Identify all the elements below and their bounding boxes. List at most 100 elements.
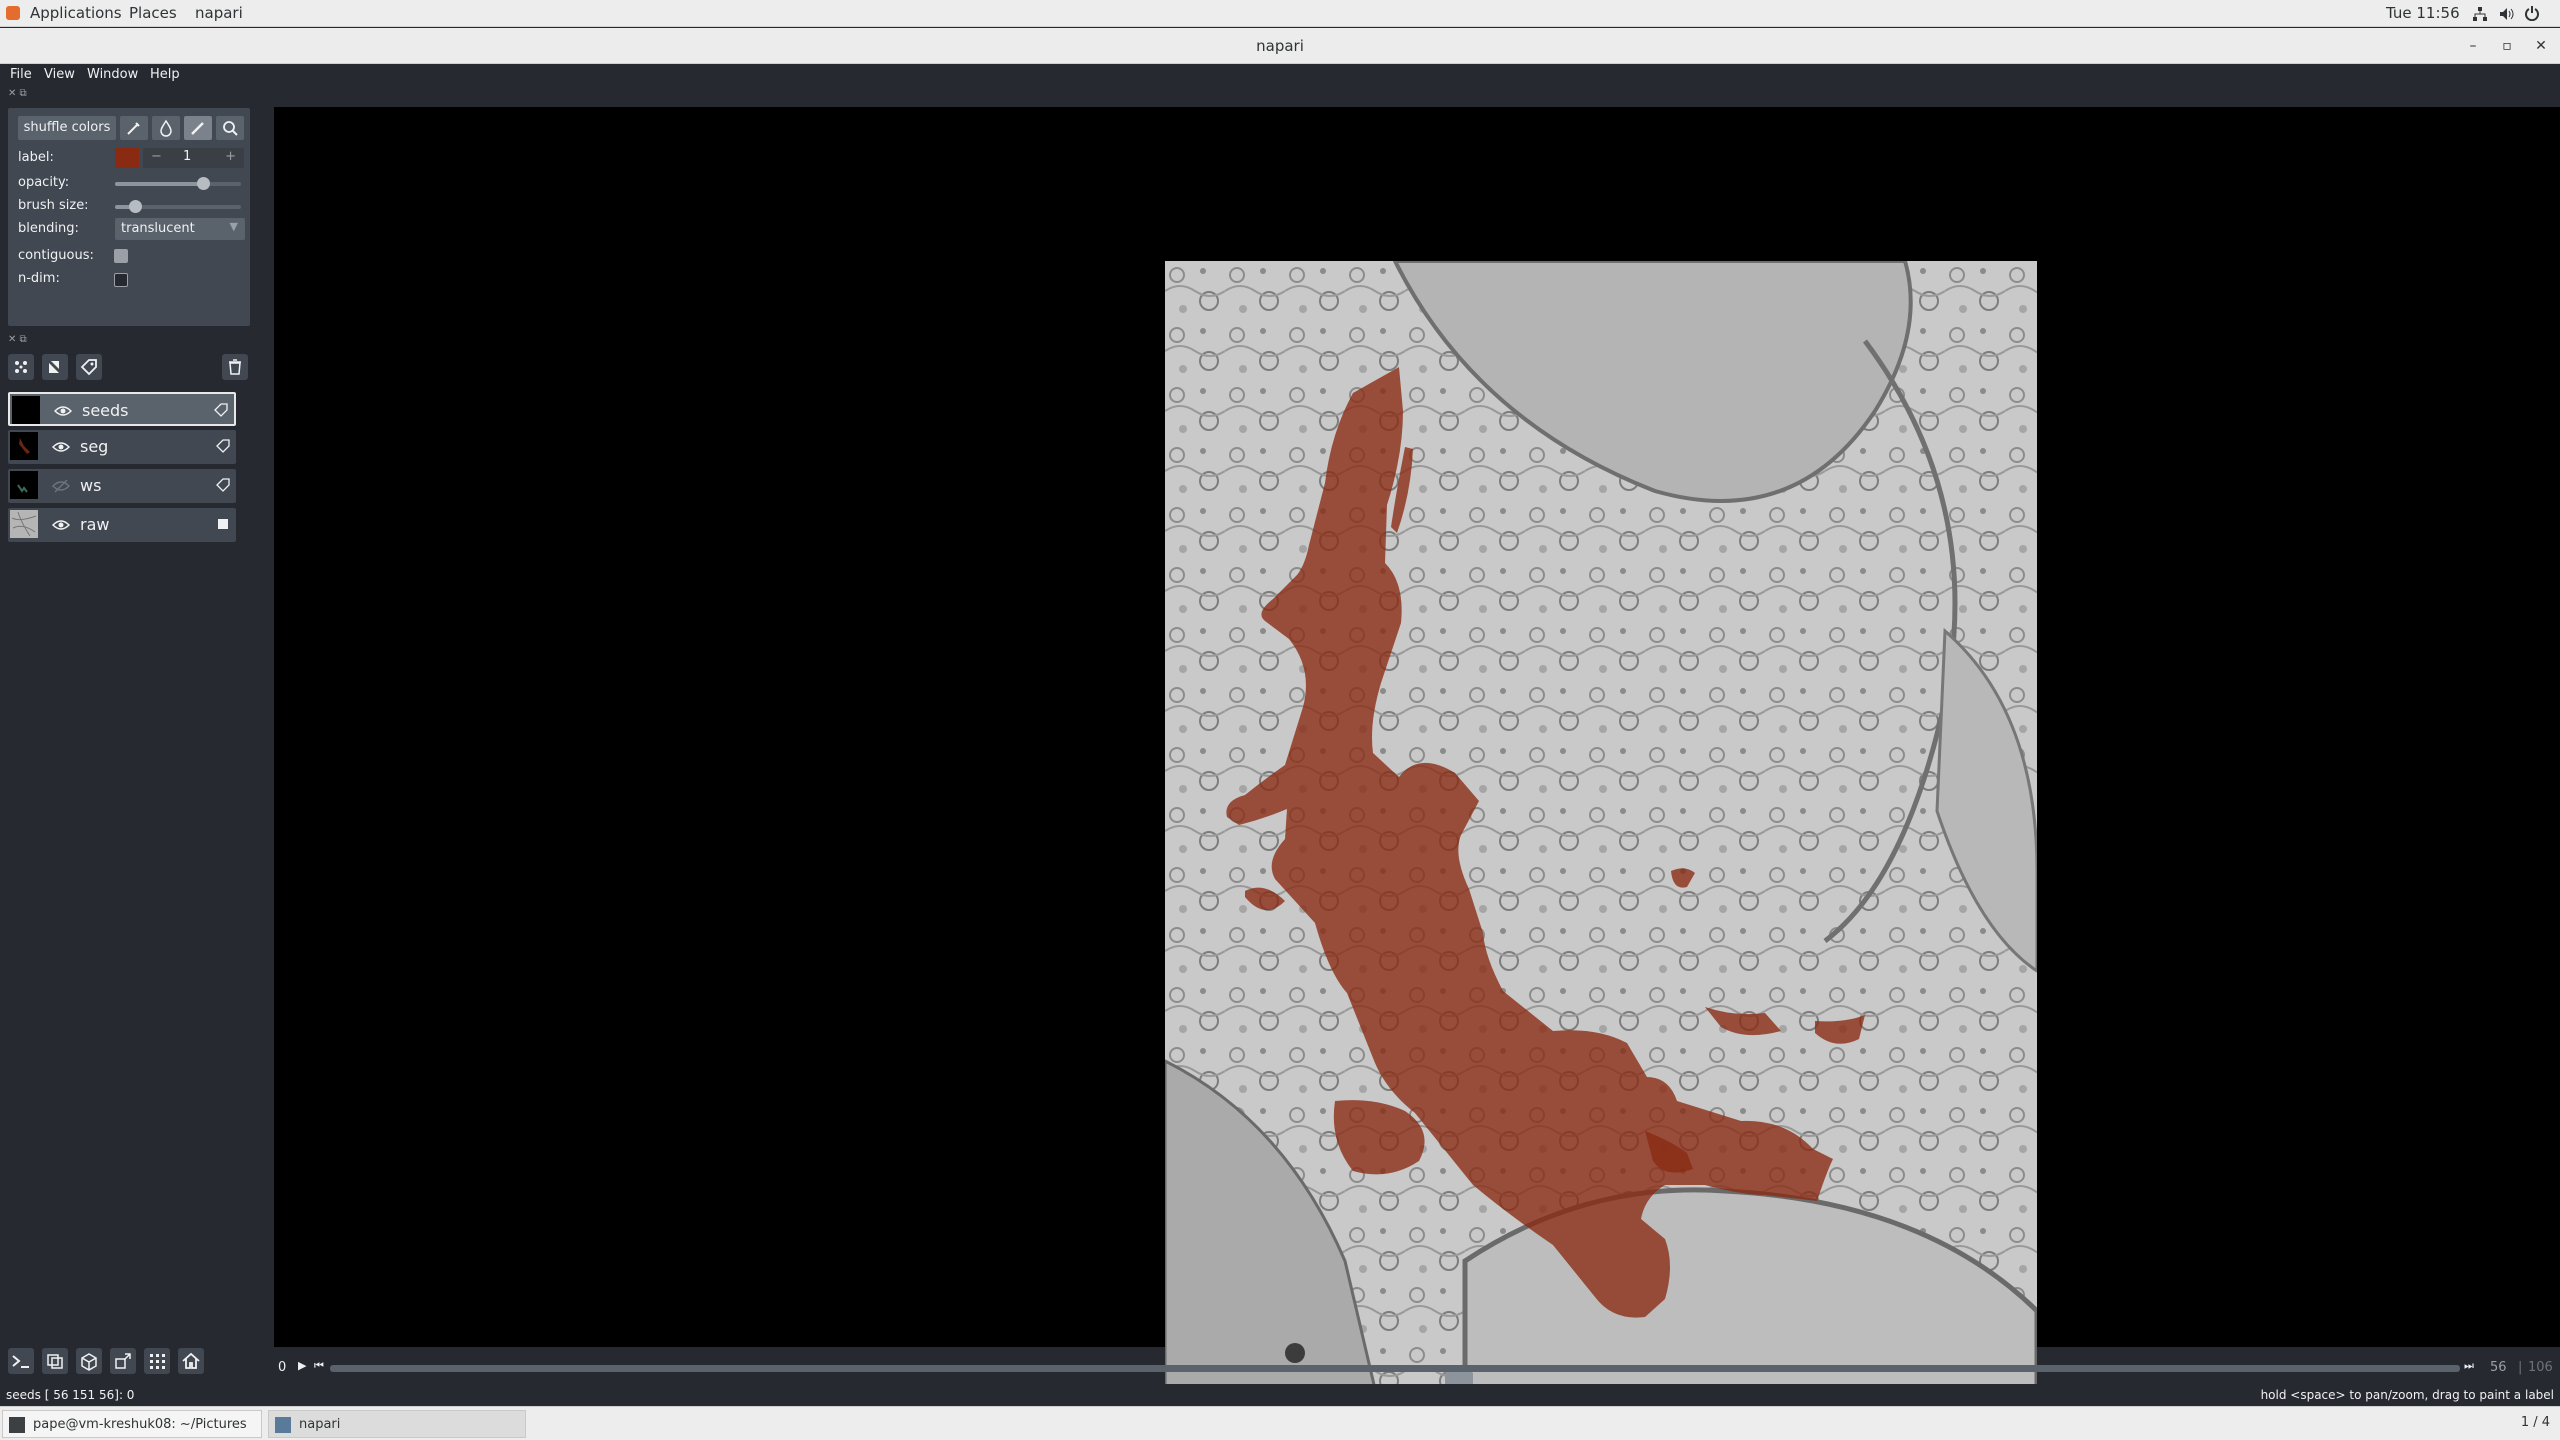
status-text: seeds [ 56 151 56]: 0 xyxy=(6,1388,135,1402)
skip-end-icon[interactable]: ⏭ xyxy=(2464,1359,2474,1373)
blending-label: blending: xyxy=(18,221,79,236)
layer-thumbnail xyxy=(12,396,40,424)
opacity-handle[interactable] xyxy=(197,177,210,190)
brush-size-slider[interactable] xyxy=(115,200,241,213)
applications-menu[interactable]: Applications xyxy=(30,4,122,22)
task-terminal[interactable]: pape@vm-kreshuk08: ~/Pictures xyxy=(2,1410,262,1438)
menu-view[interactable]: View xyxy=(44,67,75,82)
contiguous-label: contiguous: xyxy=(18,248,94,263)
system-top-bar: Applications Places napari Tue 11:56 xyxy=(0,0,2560,27)
layer-row-seeds[interactable]: seeds xyxy=(8,392,236,426)
menu-window[interactable]: Window xyxy=(87,67,138,82)
eye-icon[interactable] xyxy=(52,516,70,534)
maximize-icon[interactable]: ▫ xyxy=(2496,35,2518,57)
fill-icon[interactable] xyxy=(152,116,180,140)
skip-start-icon[interactable]: ⏮ xyxy=(314,1359,324,1373)
paint-brush-icon[interactable] xyxy=(184,116,212,140)
taskbar: pape@vm-kreshuk08: ~/Pictures napari 1 /… xyxy=(0,1406,2560,1440)
transpose-icon[interactable] xyxy=(110,1348,136,1374)
total-slices: 106 xyxy=(2528,1360,2553,1375)
current-slice[interactable]: 56 xyxy=(2490,1360,2507,1375)
eye-hidden-icon[interactable] xyxy=(52,477,70,495)
layer-name[interactable]: ws xyxy=(80,476,101,495)
new-labels-icon[interactable] xyxy=(76,354,102,380)
dock-controls[interactable]: ✕ ⧉ xyxy=(8,88,27,99)
play-icon[interactable]: ▶ xyxy=(298,1359,306,1372)
menu-bar: File View Window Help xyxy=(0,64,2560,86)
roll-icon[interactable] xyxy=(76,1348,102,1374)
power-icon[interactable] xyxy=(2524,5,2540,21)
brush-size-label: brush size: xyxy=(18,198,89,213)
label-color-swatch xyxy=(115,148,139,168)
menu-file[interactable]: File xyxy=(10,67,32,82)
help-text: hold <space> to pan/zoom, drag to paint … xyxy=(2260,1388,2554,1402)
dock-controls[interactable]: ✕ ⧉ xyxy=(8,334,27,345)
decrement-icon[interactable]: − xyxy=(151,149,162,164)
ndim-checkbox[interactable] xyxy=(114,273,128,287)
em-image[interactable] xyxy=(1165,261,2037,1389)
network-icon[interactable] xyxy=(2472,6,2488,22)
new-points-icon[interactable] xyxy=(8,354,34,380)
places-menu[interactable]: Places xyxy=(129,4,177,22)
shuffle-colors-button[interactable]: shuffle colors xyxy=(18,116,116,140)
window-title: napari xyxy=(1256,37,1304,55)
brush-size-handle[interactable] xyxy=(129,200,142,213)
volume-icon[interactable] xyxy=(2498,6,2514,22)
label-value[interactable]: 1 xyxy=(183,149,191,164)
layer-thumbnail xyxy=(10,510,38,538)
viewer-canvas[interactable] xyxy=(274,107,2560,1389)
layer-controls-panel: shuffle colors label: − 1 + opacity: bru… xyxy=(8,108,250,326)
layer-thumbnail xyxy=(10,432,38,460)
delete-layer-icon[interactable] xyxy=(222,354,248,380)
image-icon xyxy=(218,519,228,529)
opacity-fill xyxy=(115,182,204,186)
workspace-indicator[interactable]: 1 / 4 xyxy=(2521,1415,2550,1430)
label-icon xyxy=(216,478,230,492)
console-icon[interactable] xyxy=(8,1348,34,1374)
layer-name[interactable]: seg xyxy=(80,437,108,456)
layer-buttons-bar xyxy=(8,352,252,382)
home-icon[interactable] xyxy=(178,1348,204,1374)
eye-icon[interactable] xyxy=(54,402,72,420)
menu-help[interactable]: Help xyxy=(150,67,180,82)
layer-row-raw[interactable]: raw xyxy=(8,508,236,542)
layer-name[interactable]: raw xyxy=(80,515,109,534)
viewer-buttons-bar xyxy=(8,1348,258,1378)
applications-icon xyxy=(6,6,20,20)
ndim-label: n-dim: xyxy=(18,271,60,286)
axis-label[interactable]: 0 xyxy=(278,1360,286,1375)
dims-slider-track[interactable] xyxy=(330,1365,2460,1387)
blending-select[interactable]: translucent ▼ xyxy=(115,218,245,240)
label-spinbox[interactable]: − 1 + xyxy=(143,148,244,168)
eye-icon[interactable] xyxy=(52,438,70,456)
minimize-icon[interactable]: – xyxy=(2462,35,2484,57)
task-label: pape@vm-kreshuk08: ~/Pictures xyxy=(33,1417,247,1432)
opacity-label: opacity: xyxy=(18,175,70,190)
layer-name[interactable]: seeds xyxy=(82,401,129,420)
contiguous-checkbox[interactable] xyxy=(114,249,128,263)
close-icon[interactable]: ✕ xyxy=(2530,35,2552,57)
label-icon xyxy=(214,403,228,417)
task-napari[interactable]: napari xyxy=(268,1410,526,1438)
layer-thumbnail xyxy=(10,471,38,499)
dims-slider-bar: 0 ▶ ⏮ ⏭ 56 | 106 xyxy=(274,1354,2560,1387)
window-title-bar: napari – ▫ ✕ xyxy=(0,28,2560,64)
picker-icon[interactable] xyxy=(120,116,148,140)
ndisplay-icon[interactable] xyxy=(42,1348,68,1374)
grid-icon[interactable] xyxy=(144,1348,170,1374)
layer-row-seg[interactable]: seg xyxy=(8,430,236,464)
terminal-icon xyxy=(9,1417,25,1433)
clock[interactable]: Tue 11:56 xyxy=(2386,4,2460,22)
blending-value: translucent xyxy=(121,221,195,236)
label-icon xyxy=(216,439,230,453)
new-shapes-icon[interactable] xyxy=(42,354,68,380)
chevron-down-icon: ▼ xyxy=(229,220,238,233)
layer-row-ws[interactable]: ws xyxy=(8,469,236,503)
opacity-slider[interactable] xyxy=(115,177,241,190)
napari-icon xyxy=(275,1417,291,1433)
app-menu[interactable]: napari xyxy=(195,4,243,22)
task-label: napari xyxy=(299,1417,341,1432)
label-label: label: xyxy=(18,150,54,165)
zoom-icon[interactable] xyxy=(216,116,244,140)
increment-icon[interactable]: + xyxy=(225,149,236,164)
